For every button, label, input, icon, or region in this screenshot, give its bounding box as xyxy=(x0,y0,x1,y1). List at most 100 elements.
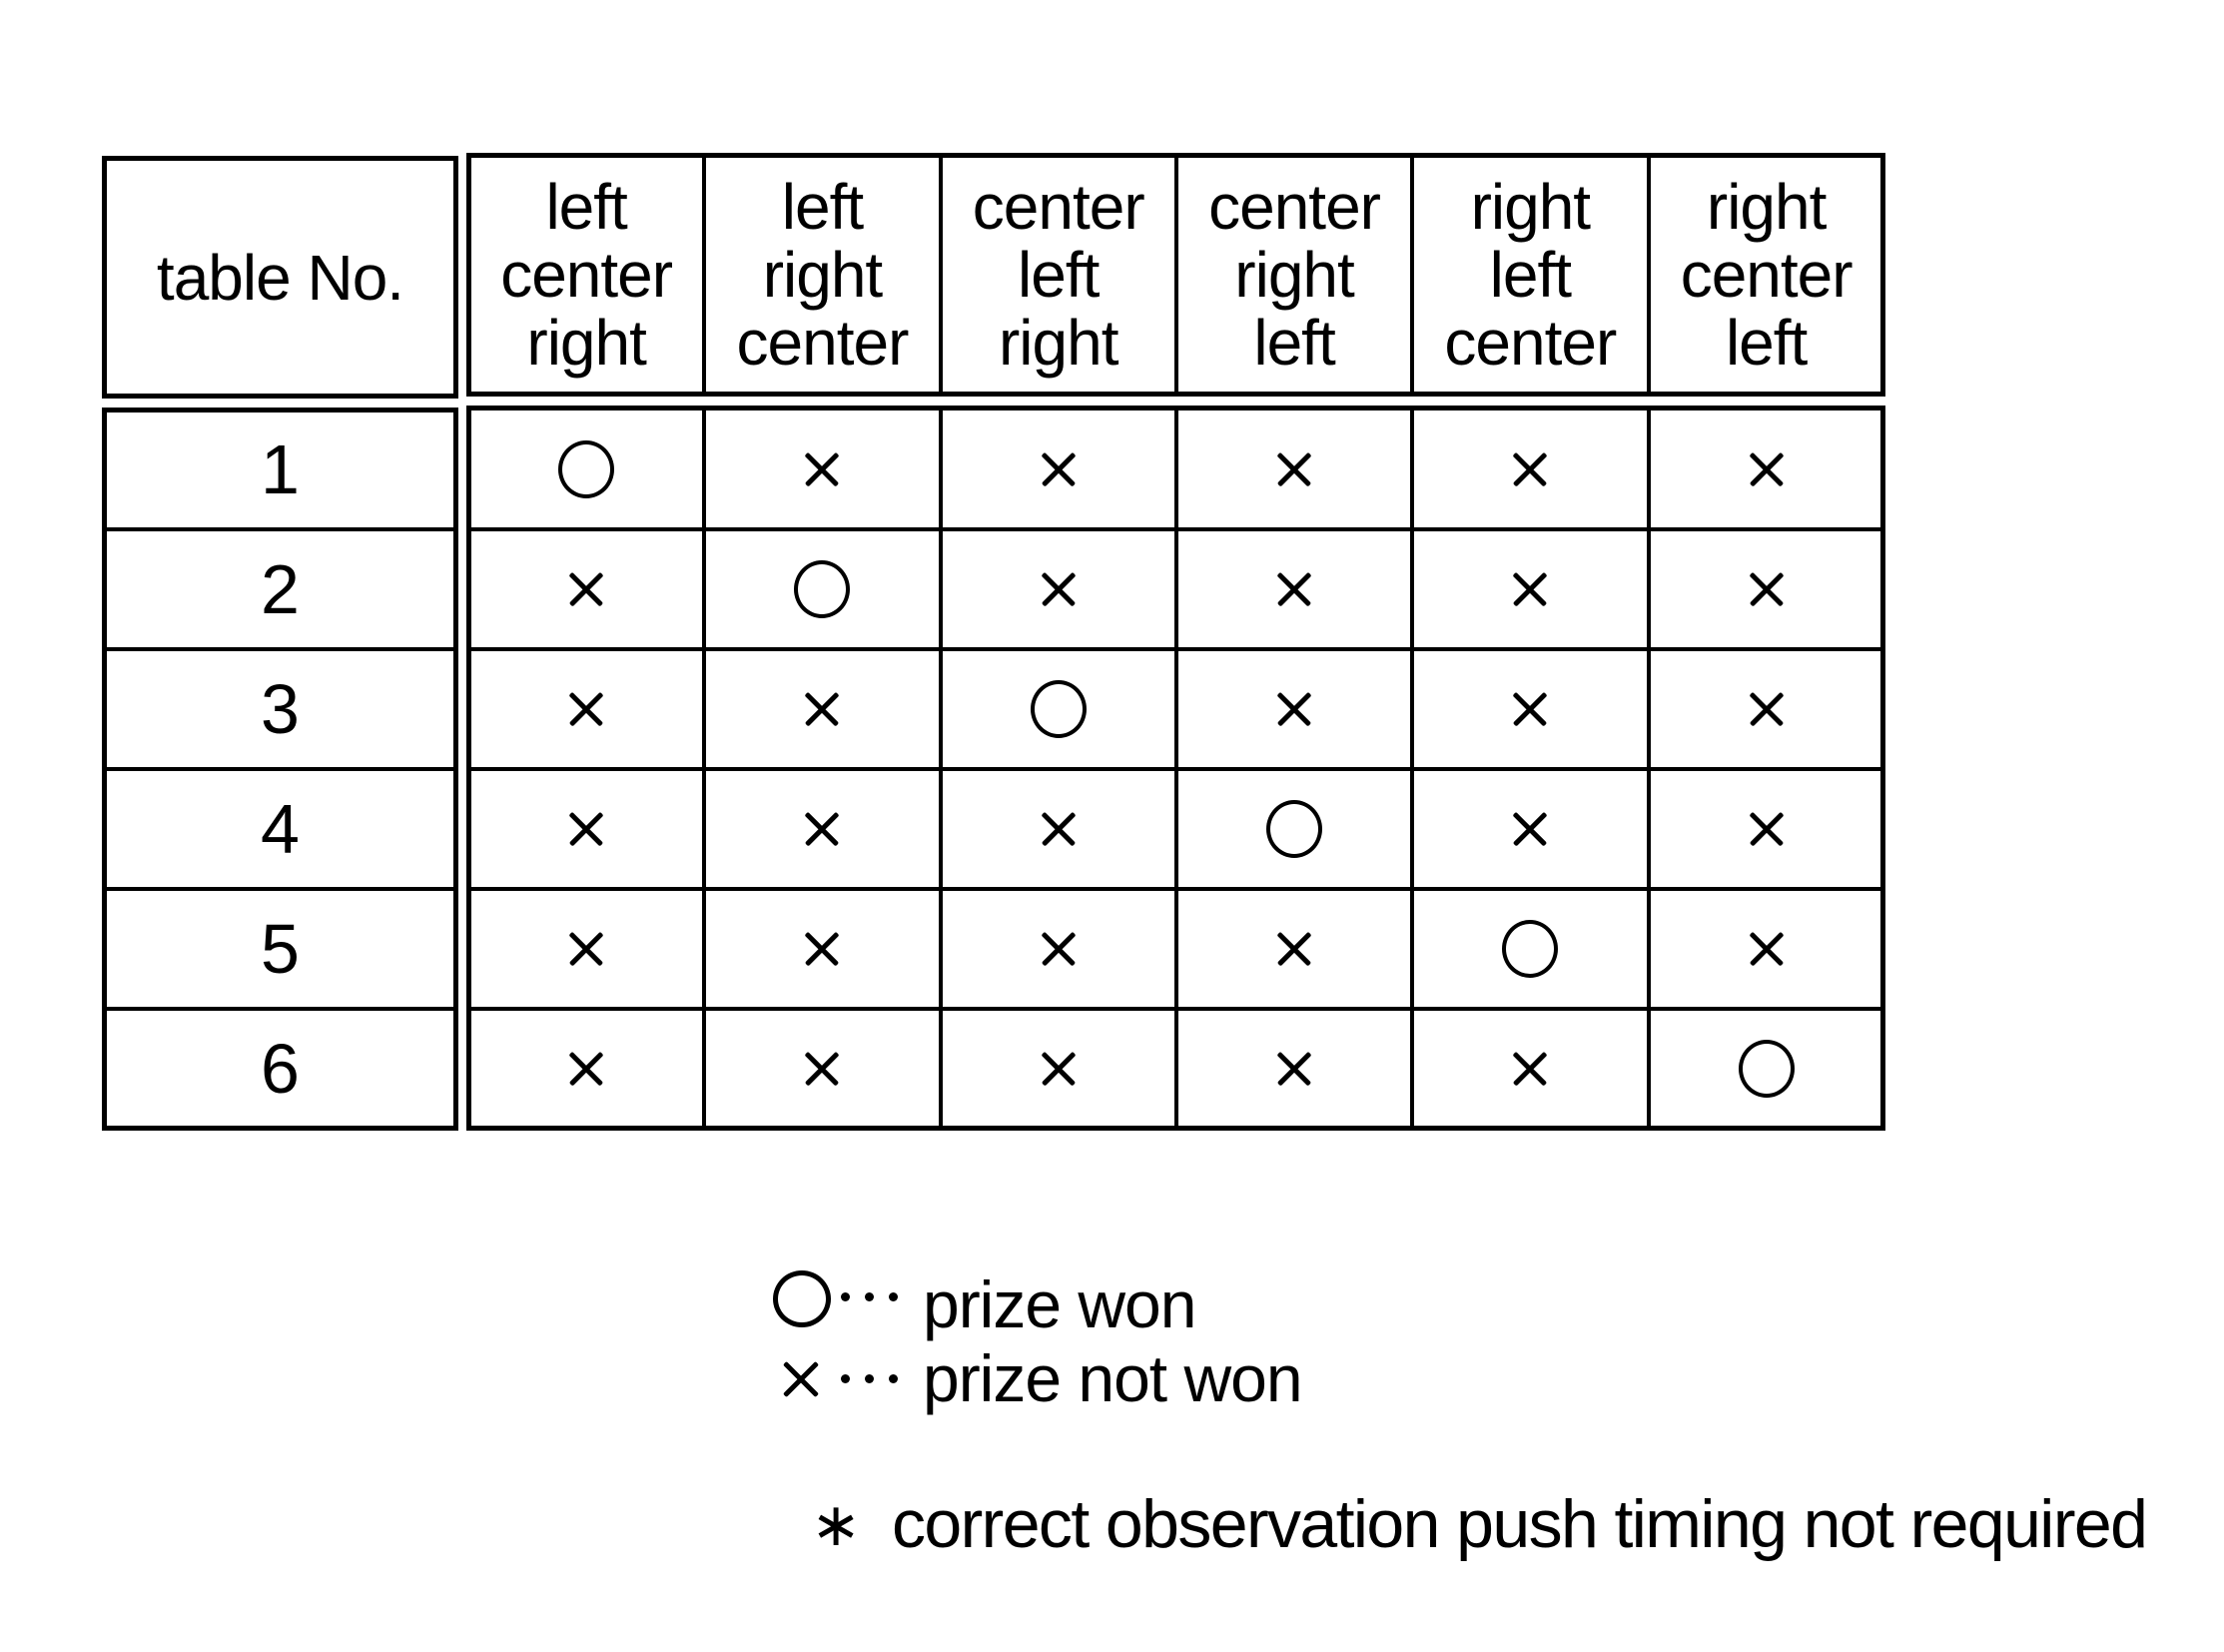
column-header: right center left xyxy=(1649,155,1884,395)
result-cell xyxy=(704,529,940,649)
cross-icon xyxy=(805,1052,839,1086)
asterisk-icon: ∗ xyxy=(811,1491,862,1558)
column-divider xyxy=(938,155,943,395)
column-divider xyxy=(1173,155,1178,395)
table-no-value: 4 xyxy=(261,790,300,868)
result-cell xyxy=(941,529,1176,649)
cross-icon xyxy=(1042,932,1076,966)
result-cell xyxy=(704,1009,940,1129)
result-cell xyxy=(1176,769,1412,889)
cross-icon xyxy=(805,932,839,966)
table-no-header: table No. xyxy=(102,156,458,399)
row-divider xyxy=(102,767,458,771)
result-cell xyxy=(941,769,1176,889)
row-divider xyxy=(102,887,458,891)
column-header-label: left center right xyxy=(500,171,673,379)
result-cell xyxy=(1412,649,1648,769)
result-cell xyxy=(941,649,1176,769)
result-cell xyxy=(1649,769,1884,889)
table-no-cell: 5 xyxy=(102,889,458,1009)
cross-icon xyxy=(1042,812,1076,846)
result-cell xyxy=(468,1009,704,1129)
result-cell xyxy=(1412,529,1648,649)
result-cell xyxy=(941,889,1176,1009)
cross-icon xyxy=(1750,812,1784,846)
cross-icon xyxy=(1042,452,1076,486)
circle-icon xyxy=(794,560,851,618)
legend-label-prize-not-won: prize not won xyxy=(923,1341,1303,1415)
column-header: left center right xyxy=(468,155,704,395)
result-cell xyxy=(1412,410,1648,529)
cross-icon xyxy=(1277,572,1311,606)
table-no-value: 3 xyxy=(261,670,300,748)
circle-icon xyxy=(558,440,615,498)
result-cell xyxy=(468,410,704,529)
result-cell xyxy=(1176,889,1412,1009)
result-cell xyxy=(704,410,940,529)
cross-icon xyxy=(569,692,603,726)
table-no-cell: 3 xyxy=(102,649,458,769)
result-cell xyxy=(468,769,704,889)
column-header-label: right left center xyxy=(1444,171,1617,379)
result-cell xyxy=(704,889,940,1009)
result-cell xyxy=(1649,649,1884,769)
table-no-value: 5 xyxy=(261,910,300,988)
cross-icon xyxy=(1277,932,1311,966)
cross-icon xyxy=(1750,932,1784,966)
column-divider xyxy=(1646,155,1651,395)
result-cell xyxy=(468,529,704,649)
cross-icon xyxy=(805,812,839,846)
cross-icon xyxy=(1513,1052,1547,1086)
cross-icon xyxy=(805,692,839,726)
column-header-label: right center left xyxy=(1680,171,1853,379)
circle-icon xyxy=(1738,1040,1795,1098)
result-cell xyxy=(1649,410,1884,529)
legend-label-prize-won: prize won xyxy=(923,1267,1196,1341)
table-no-cell: 6 xyxy=(102,1009,458,1129)
column-header: left right center xyxy=(704,155,940,395)
result-cell xyxy=(941,1009,1176,1129)
cross-icon xyxy=(1750,692,1784,726)
cross-icon xyxy=(569,812,603,846)
column-divider xyxy=(1410,155,1415,395)
column-header-label: center left right xyxy=(972,171,1145,379)
cross-icon xyxy=(783,1362,819,1395)
result-cell xyxy=(704,649,940,769)
column-header-label: left right center xyxy=(736,171,910,379)
row-divider xyxy=(102,527,458,531)
cross-icon xyxy=(1277,452,1311,486)
result-cell xyxy=(1176,410,1412,529)
table-no-value: 6 xyxy=(261,1030,300,1108)
cross-icon xyxy=(1513,812,1547,846)
result-cell xyxy=(1649,889,1884,1009)
circle-icon xyxy=(773,1270,831,1327)
table-no-header-label: table No. xyxy=(156,241,404,314)
cross-icon xyxy=(1513,452,1547,486)
cross-icon xyxy=(1277,1052,1311,1086)
circle-icon xyxy=(1030,680,1087,738)
ellipsis-dots xyxy=(841,1374,898,1383)
column-header: center right left xyxy=(1176,155,1412,395)
cross-icon xyxy=(1277,692,1311,726)
result-cell xyxy=(1412,769,1648,889)
column-header: right left center xyxy=(1412,155,1648,395)
column-divider xyxy=(702,155,707,395)
circle-icon xyxy=(1266,800,1323,858)
cross-icon xyxy=(1750,452,1784,486)
row-divider xyxy=(102,1007,458,1011)
column-header: center left right xyxy=(941,155,1176,395)
cross-icon xyxy=(569,1052,603,1086)
column-header-label: center right left xyxy=(1208,171,1381,379)
cross-icon xyxy=(569,572,603,606)
table-no-cell: 4 xyxy=(102,769,458,889)
table-no-value: 1 xyxy=(261,430,300,508)
cross-icon xyxy=(1513,692,1547,726)
result-cell xyxy=(1176,529,1412,649)
table-no-value: 2 xyxy=(261,550,300,628)
cross-icon xyxy=(1042,572,1076,606)
result-cell xyxy=(1412,1009,1648,1129)
cross-icon xyxy=(1042,1052,1076,1086)
cross-icon xyxy=(1750,572,1784,606)
cross-icon xyxy=(1513,572,1547,606)
cross-icon xyxy=(569,932,603,966)
